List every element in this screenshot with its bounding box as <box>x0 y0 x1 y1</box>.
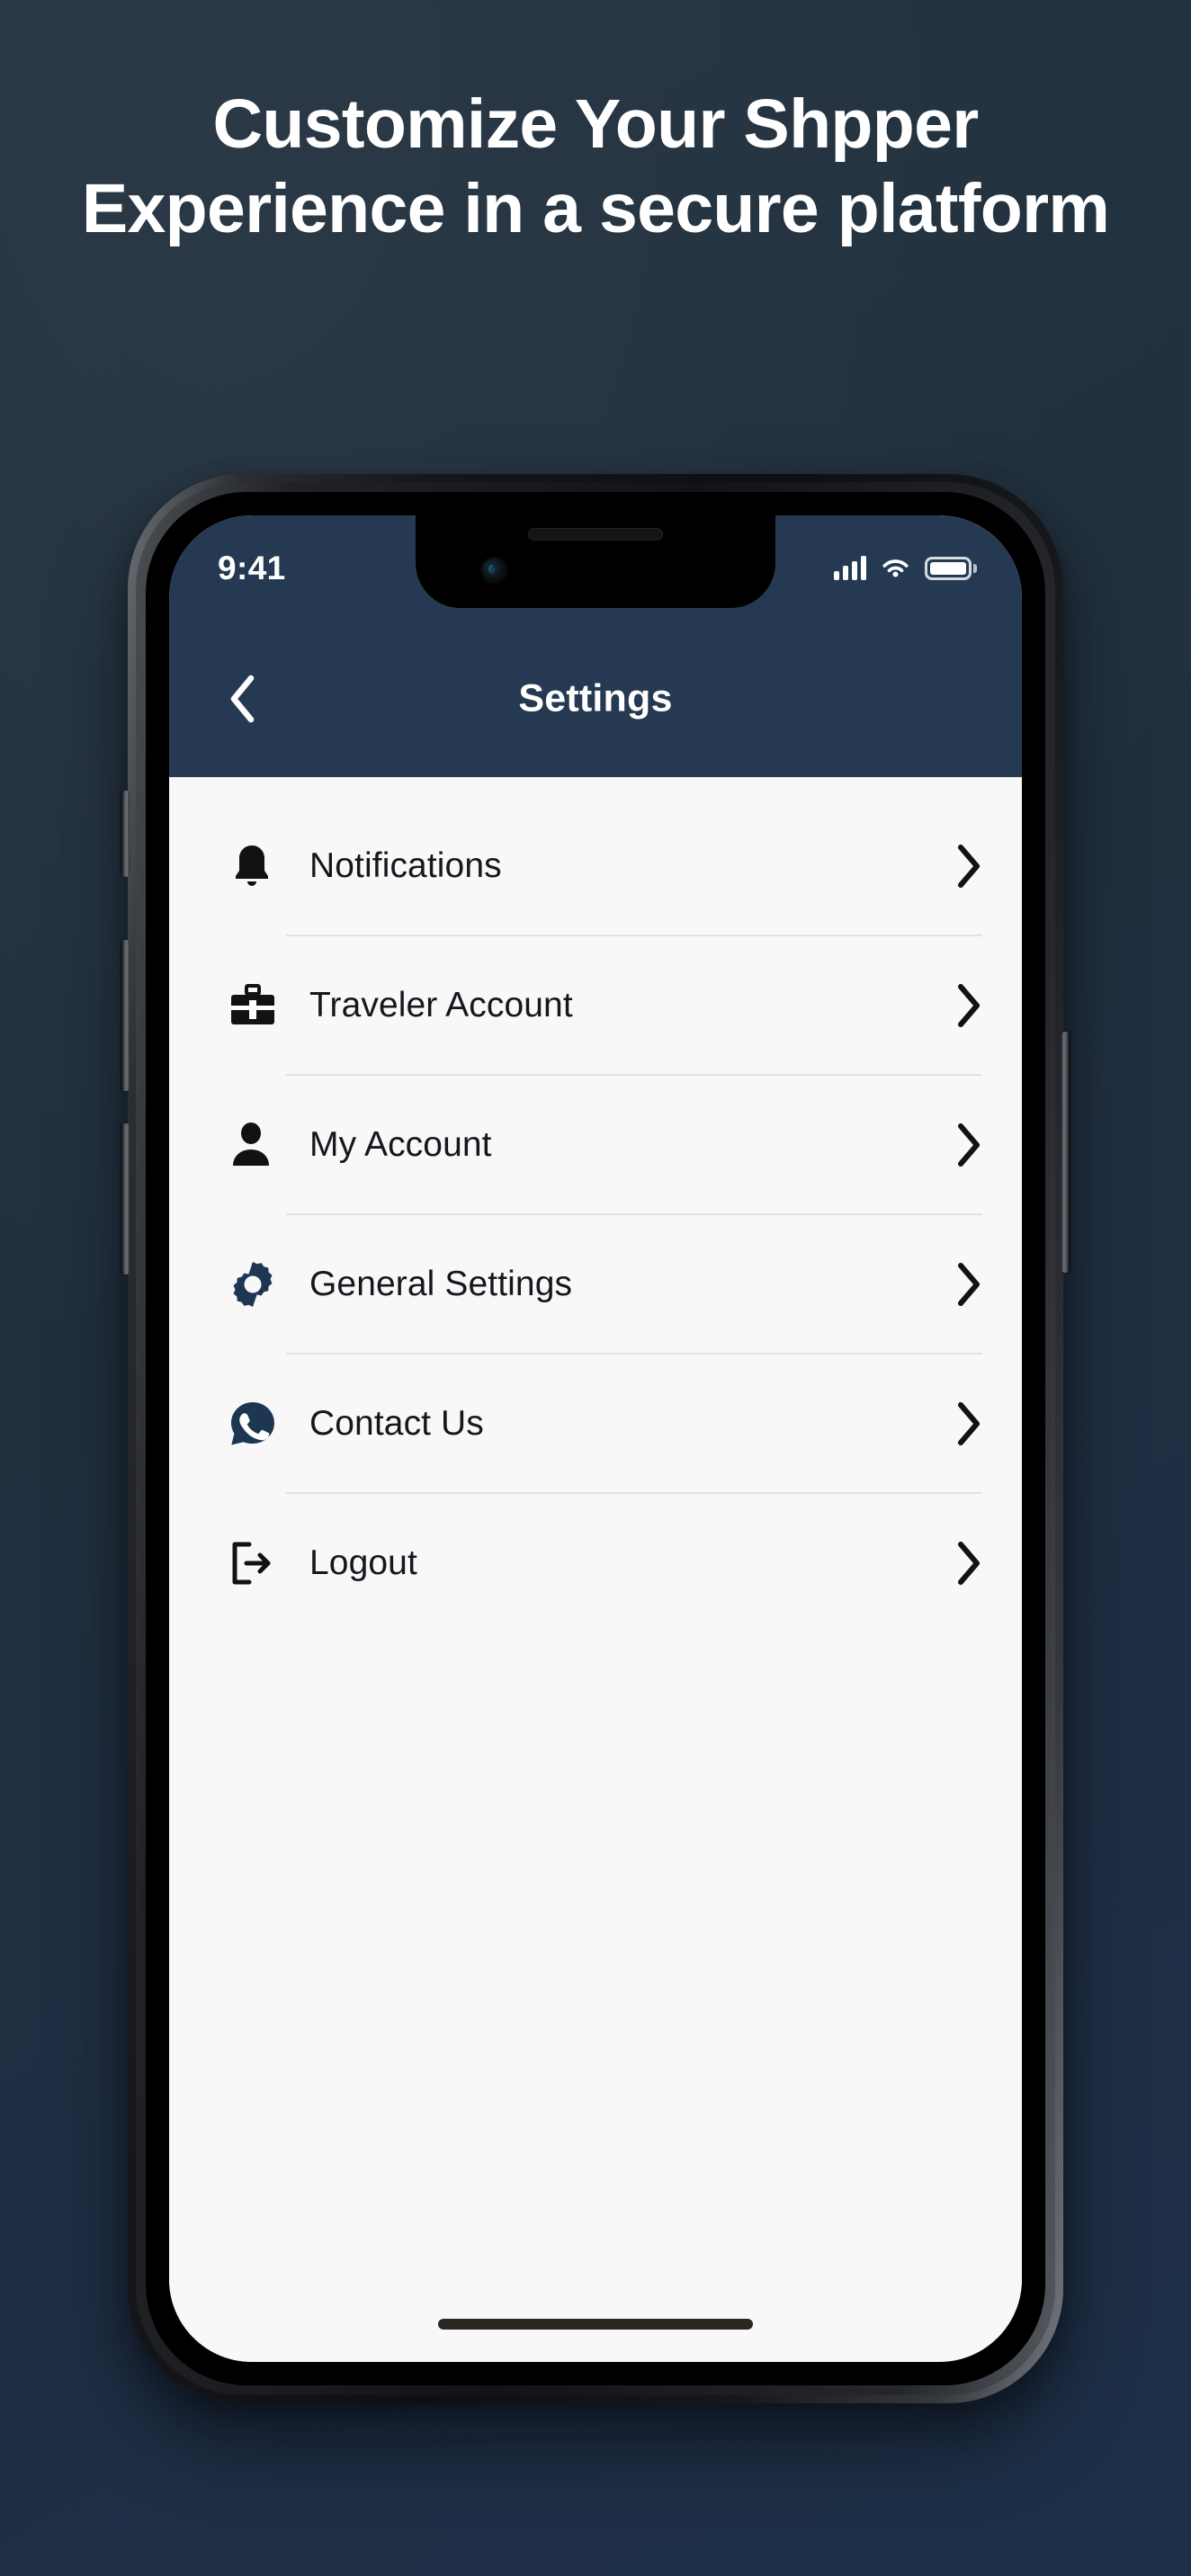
settings-row-label: Notifications <box>309 845 502 885</box>
settings-row-general-settings[interactable]: General Settings <box>169 1215 1022 1353</box>
earpiece-speaker-icon <box>528 528 663 541</box>
settings-row-traveler-account[interactable]: Traveler Account <box>169 936 1022 1074</box>
phone-notch <box>416 515 775 608</box>
settings-row-label: Contact Us <box>309 1403 484 1443</box>
home-indicator[interactable] <box>438 2319 753 2330</box>
settings-row-notifications[interactable]: Notifications <box>169 797 1022 935</box>
person-icon <box>228 1121 297 1169</box>
chevron-right-icon[interactable] <box>936 1122 982 1168</box>
settings-row-contact-us[interactable]: Contact Us <box>169 1355 1022 1492</box>
settings-row-label: Logout <box>309 1543 417 1582</box>
whatsapp-icon <box>228 1400 297 1448</box>
phone-screen: 9:41 Settings Notifications Traveler Acc… <box>169 515 1022 2362</box>
gear-icon <box>228 1260 297 1309</box>
chevron-right-icon[interactable] <box>936 1400 982 1447</box>
status-bar-time: 9:41 <box>218 550 286 586</box>
settings-row-my-account[interactable]: My Account <box>169 1076 1022 1213</box>
settings-row-logout[interactable]: Logout <box>169 1494 1022 1632</box>
wifi-icon <box>882 559 909 577</box>
volume-down-button[interactable] <box>121 1123 130 1275</box>
settings-list: Notifications Traveler Account My Accoun… <box>169 777 1022 2362</box>
chevron-right-icon[interactable] <box>936 843 982 890</box>
chevron-right-icon[interactable] <box>936 1540 982 1587</box>
volume-up-button[interactable] <box>121 940 130 1091</box>
briefcase-icon <box>228 983 297 1028</box>
status-bar-icons <box>834 556 977 580</box>
front-camera-icon <box>480 557 507 584</box>
settings-row-label: General Settings <box>309 1264 573 1303</box>
page-headline: Customize Your Shpper Experience in a se… <box>81 85 1110 247</box>
battery-full-icon <box>925 556 977 580</box>
chevron-right-icon[interactable] <box>936 1261 982 1308</box>
logout-icon <box>228 1539 297 1588</box>
bell-icon <box>228 841 297 891</box>
settings-row-label: My Account <box>309 1124 492 1164</box>
phone-frame: 9:41 Settings Notifications Traveler Acc… <box>121 474 1070 2403</box>
page-title: Settings <box>518 676 673 720</box>
nav-bar: Settings <box>169 620 1022 777</box>
chevron-right-icon[interactable] <box>936 982 982 1029</box>
power-button[interactable] <box>1061 1032 1070 1273</box>
silent-switch[interactable] <box>121 791 130 877</box>
phone-mockup: 9:41 Settings Notifications Traveler Acc… <box>121 474 1070 2403</box>
cellular-signal-icon <box>834 556 866 580</box>
settings-row-label: Traveler Account <box>309 985 573 1024</box>
